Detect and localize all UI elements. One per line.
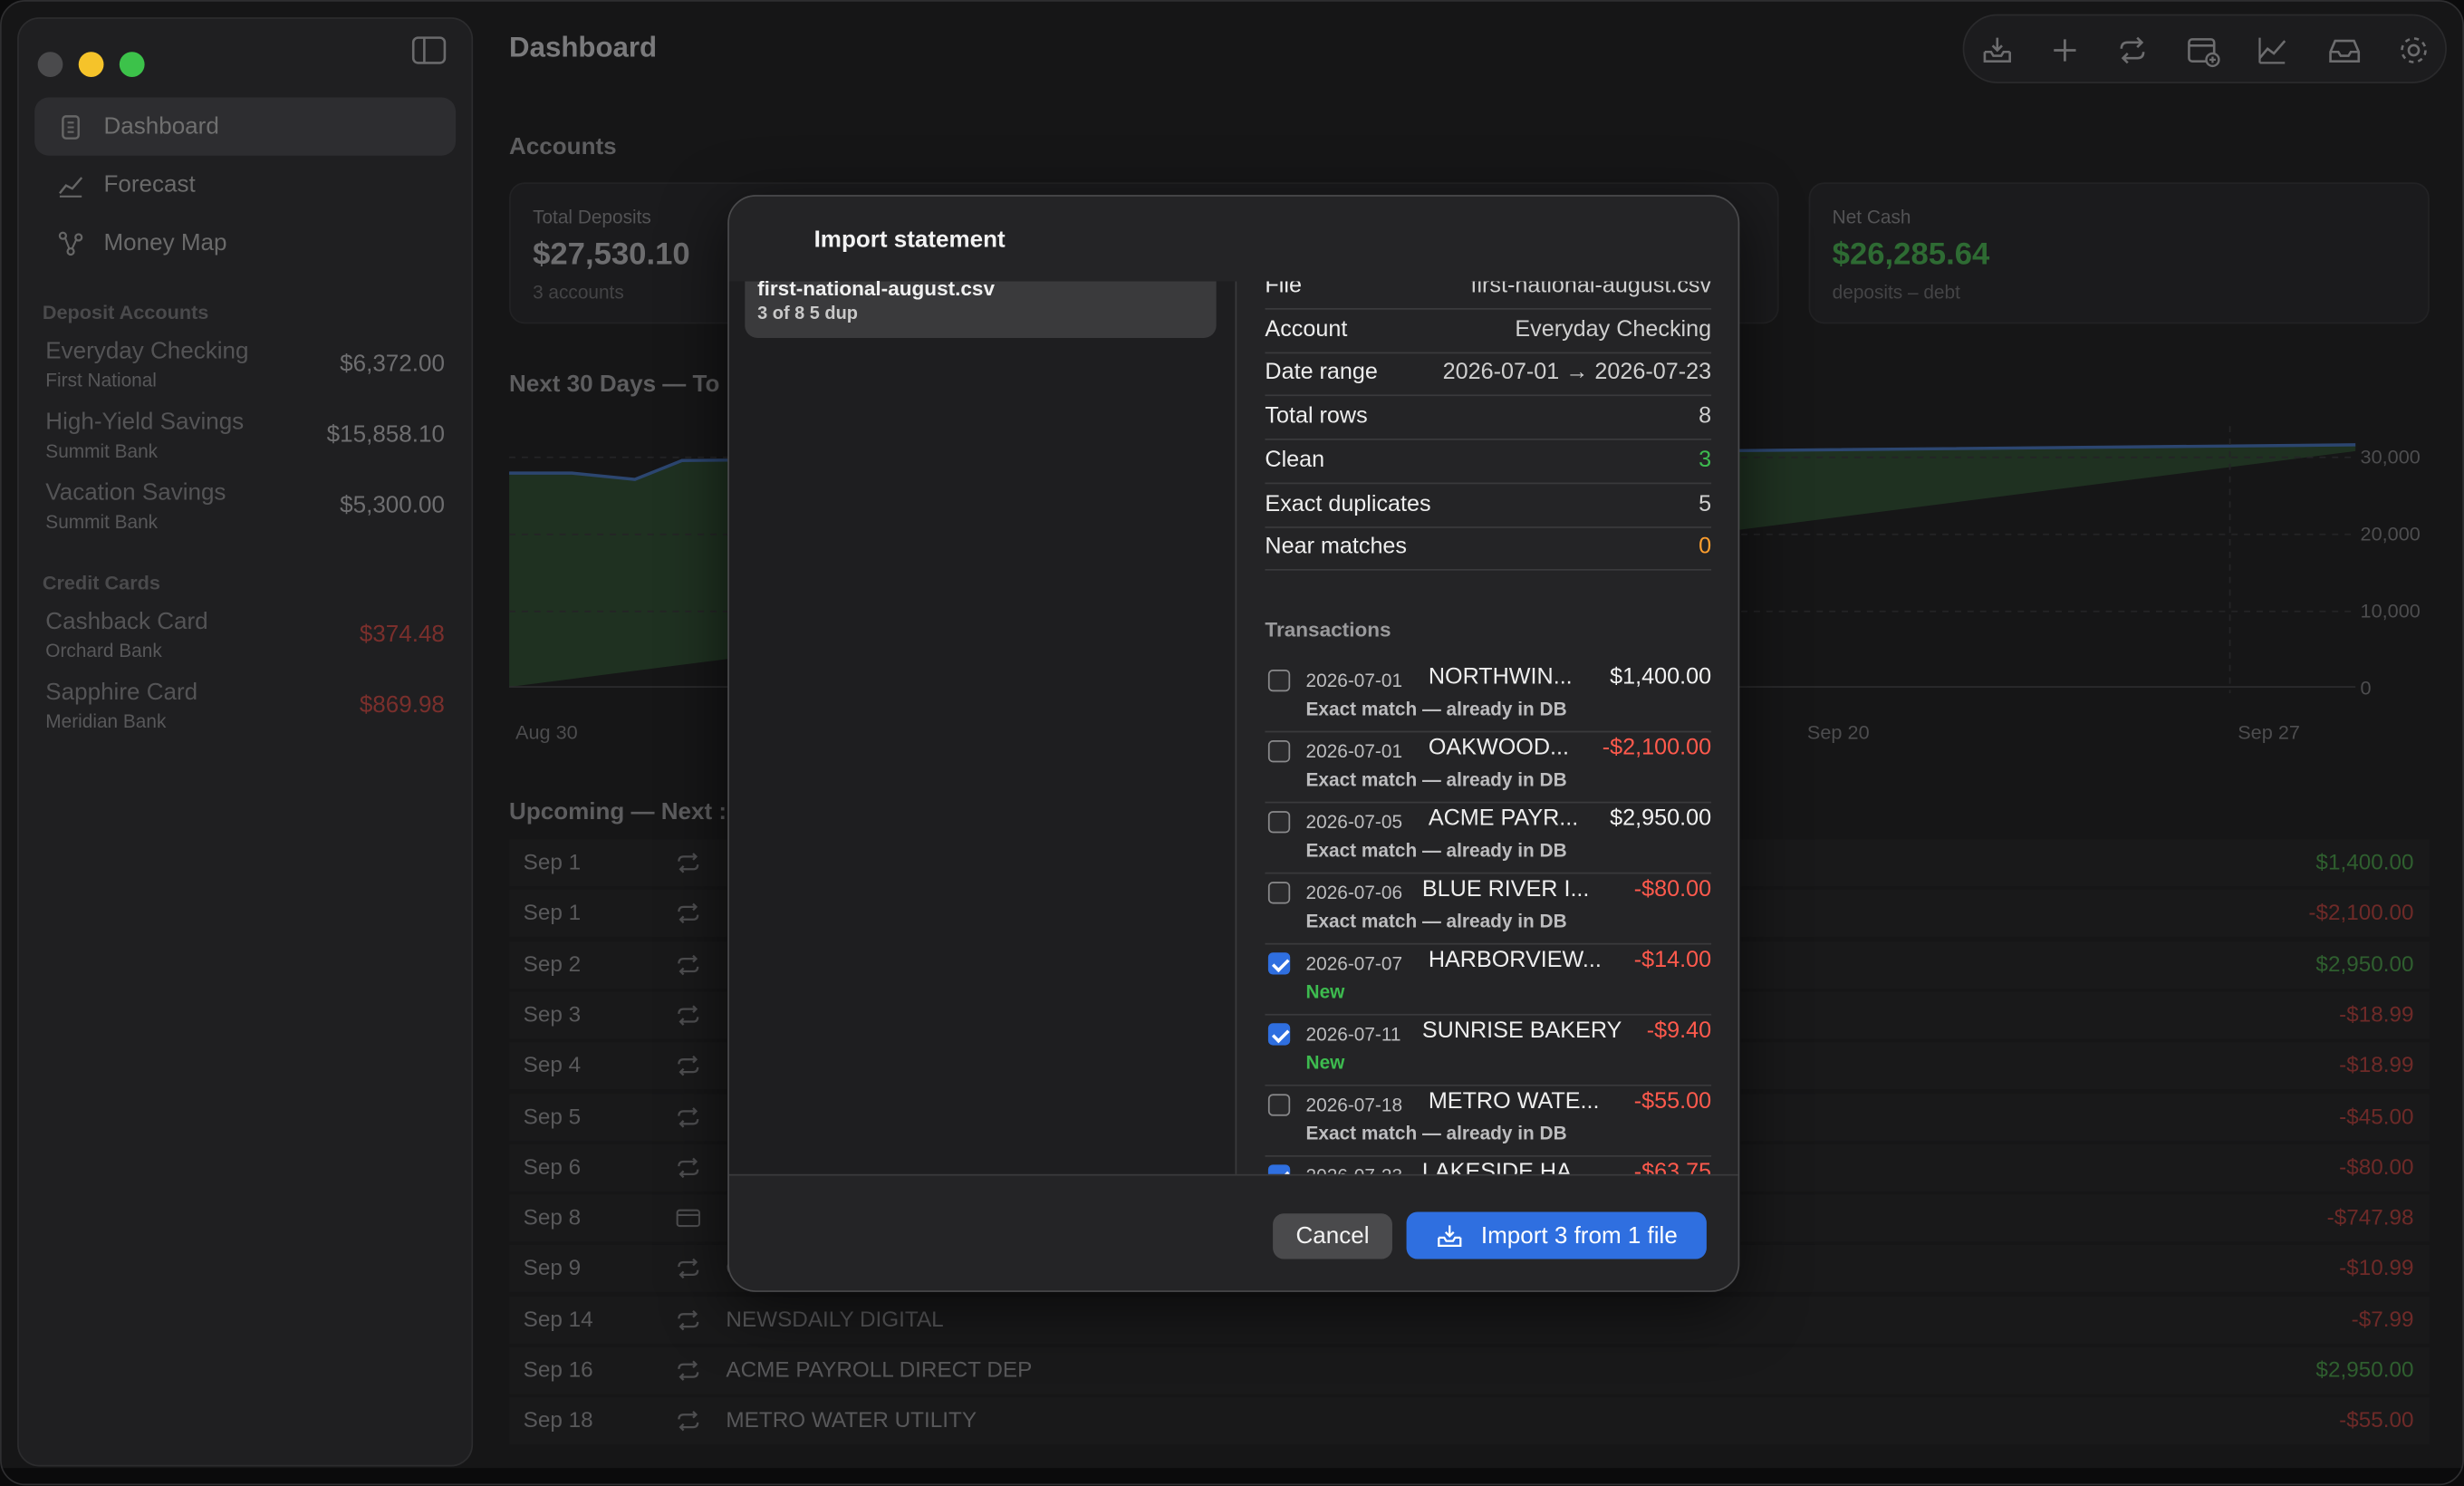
summary-key: Near matches [1265, 535, 1408, 560]
transaction-status: Exact match — already in DB [1305, 768, 1567, 791]
transaction-checkbox[interactable] [1267, 1023, 1291, 1046]
transaction-amount: $2,950.00 [1610, 806, 1712, 832]
transaction-checkbox[interactable] [1267, 1164, 1291, 1174]
transaction-row: 2026-07-06 BLUE RIVER I... -$80.00 Exact ma… [1265, 873, 1712, 945]
summary-key: File [1265, 281, 1302, 299]
transaction-name: NORTHWIN... [1428, 664, 1573, 690]
transaction-row: 2026-07-18 METRO WATE... -$55.00 Exact matc… [1265, 1086, 1712, 1157]
summary-value: 2026-07-01 → 2026-07-23 [1442, 360, 1712, 386]
file-list: first-national-august.csv 3 of 8 5 dup [728, 276, 1236, 1174]
transaction-row: 2026-07-23 LAKESIDE HA... -$63.75 [1265, 1157, 1711, 1174]
file-list-item[interactable]: first-national-august.csv 3 of 8 5 dup [745, 276, 1217, 338]
transaction-row: 2026-07-07 HARBORVIEW... -$14.00 New [1265, 945, 1712, 1016]
summary-row: Total rows 8 [1265, 398, 1712, 440]
transactions-heading: Transactions [1265, 617, 1391, 642]
transaction-date: 2026-07-06 [1305, 882, 1403, 904]
transaction-date: 2026-07-11 [1305, 1023, 1401, 1046]
transaction-name: LAKESIDE HA... [1421, 1160, 1591, 1174]
transaction-status: New [1305, 980, 1345, 1003]
summary-row: Account Everyday Checking [1265, 311, 1712, 353]
transaction-date: 2026-07-18 [1305, 1094, 1403, 1116]
summary-value: Everyday Checking [1515, 316, 1712, 343]
summary-row: Date range 2026-07-01 → 2026-07-23 [1265, 354, 1712, 397]
transaction-name: ACME PAYR... [1428, 806, 1579, 832]
transaction-amount: -$63.75 [1633, 1160, 1712, 1174]
summary-key: Exact duplicates [1265, 491, 1431, 516]
file-name: first-national-august.csv [757, 276, 996, 301]
summary-value: 5 [1699, 491, 1712, 516]
transaction-date: 2026-07-07 [1305, 952, 1403, 975]
transaction-amount: -$14.00 [1633, 948, 1712, 973]
app-window: Dashboard Forecast Money Map Deposit Acc… [0, 0, 2464, 1486]
summary-row: Near matches 0 [1265, 528, 1712, 572]
transaction-checkbox[interactable] [1267, 952, 1291, 975]
dialog-title: Import statement [813, 226, 1006, 254]
summary-row: File first-national-august.csv [1265, 281, 1712, 310]
transaction-checkbox[interactable] [1267, 811, 1291, 834]
transaction-date: 2026-07-01 [1305, 669, 1403, 692]
transaction-status: Exact match — already in DB [1305, 910, 1567, 932]
import-details: File first-national-august.csv Account Ever… [1237, 281, 1737, 1174]
transaction-date: 2026-07-23 [1306, 1164, 1402, 1173]
file-counts: 3 of 8 5 dup [757, 304, 858, 324]
transaction-status: Exact match — already in DB [1305, 698, 1567, 720]
transaction-checkbox[interactable] [1267, 1094, 1291, 1116]
transaction-checkbox[interactable] [1267, 740, 1291, 763]
summary-value: 0 [1699, 535, 1712, 560]
cancel-button[interactable]: Cancel [1273, 1213, 1392, 1259]
summary-value: 8 [1699, 403, 1712, 429]
transaction-name: BLUE RIVER I... [1421, 876, 1590, 902]
summary-row: Clean 3 [1265, 441, 1712, 484]
transaction-name: METRO WATE... [1428, 1089, 1600, 1114]
transaction-checkbox[interactable] [1267, 669, 1291, 692]
transaction-amount: -$2,100.00 [1602, 735, 1712, 761]
summary-key: Total rows [1265, 403, 1368, 429]
transaction-amount: -$9.40 [1646, 1018, 1712, 1044]
transaction-amount: -$55.00 [1633, 1089, 1712, 1114]
transaction-row: 2026-07-05 ACME PAYR... $2,950.00 Exact mat… [1265, 803, 1712, 874]
transaction-row: 2026-07-01 NORTHWIN... $1,400.00 Exact matc… [1265, 661, 1712, 733]
import-icon [1438, 1224, 1463, 1247]
transaction-name: HARBORVIEW... [1428, 948, 1602, 973]
transaction-date: 2026-07-05 [1305, 811, 1403, 834]
summary-row: Exact duplicates 5 [1265, 485, 1712, 527]
transaction-row: 2026-07-01 OAKWOOD... -$2,100.00 Exact matc… [1265, 732, 1712, 804]
summary-key: Clean [1265, 448, 1325, 473]
transaction-name: OAKWOOD... [1428, 735, 1569, 761]
summary-key: Date range [1265, 360, 1378, 386]
summary-key: Account [1265, 316, 1348, 343]
transaction-status: New [1305, 1051, 1345, 1074]
transaction-status: Exact match — already in DB [1305, 1122, 1567, 1144]
transaction-date: 2026-07-01 [1305, 740, 1403, 763]
transaction-amount: $1,400.00 [1610, 664, 1712, 690]
transaction-checkbox[interactable] [1267, 882, 1291, 904]
transaction-name: SUNRISE BAKERY [1421, 1018, 1622, 1044]
import-dialog: Import statement first-national-august.c… [727, 195, 1740, 1292]
summary-value: 3 [1699, 448, 1712, 473]
footer-divider [728, 1173, 1738, 1176]
transaction-row: 2026-07-11 SUNRISE BAKERY -$9.40 New [1265, 1016, 1712, 1086]
transaction-amount: -$80.00 [1633, 876, 1712, 902]
summary-value: first-national-august.csv [1470, 281, 1712, 299]
import-button[interactable]: Import 3 from 1 file [1406, 1211, 1707, 1259]
transaction-status: Exact match — already in DB [1305, 839, 1567, 862]
import-button-label: Import 3 from 1 file [1480, 1221, 1678, 1250]
